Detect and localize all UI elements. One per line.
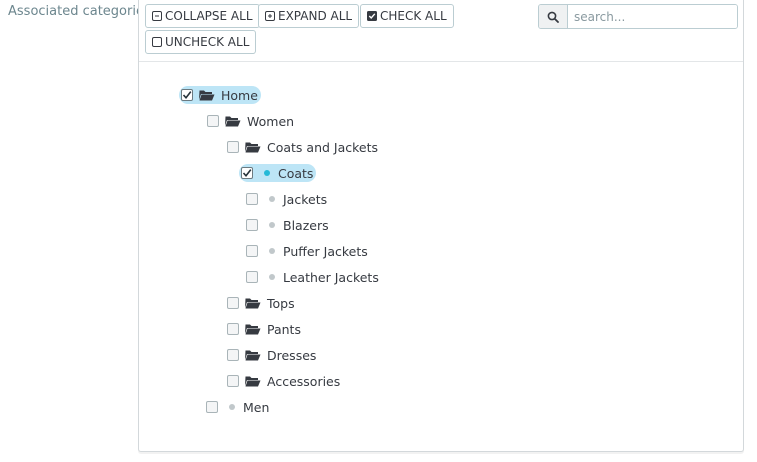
tree-node-label: Pants	[267, 321, 301, 337]
checkbox-coats[interactable]	[241, 167, 253, 179]
checkbox-men[interactable]	[206, 401, 218, 413]
folder-open-icon	[245, 349, 261, 361]
folder-open-icon	[225, 115, 241, 127]
tree-node-home[interactable]: Home	[179, 84, 261, 106]
leaf-dot-icon	[269, 248, 275, 254]
empty-square-icon	[152, 37, 162, 47]
expand-all-button[interactable]: EXPAND ALL	[258, 4, 360, 28]
toolbar-divider	[139, 61, 743, 62]
collapse-all-button[interactable]: COLLAPSE ALL	[145, 4, 260, 28]
leaf-dot-icon	[269, 222, 275, 228]
checkbox-blazers[interactable]	[246, 219, 258, 231]
tree-node-label: Leather Jackets	[283, 269, 379, 285]
plus-square-icon	[265, 11, 275, 21]
leaf-dot-icon	[269, 196, 275, 202]
tree-node-tops[interactable]: Tops	[225, 292, 298, 314]
tree-node-accessories[interactable]: Accessories	[225, 370, 343, 392]
checkbox-tops[interactable]	[227, 297, 239, 309]
tree-node-pants[interactable]: Pants	[225, 318, 304, 340]
tree-node-label: Home	[221, 87, 258, 103]
check-all-label: CHECK ALL	[380, 9, 447, 23]
folder-open-icon	[245, 323, 261, 335]
checkbox-accessories[interactable]	[227, 375, 239, 387]
checkbox-women[interactable]	[207, 115, 219, 127]
tree-node-jackets[interactable]: Jackets	[244, 188, 330, 210]
checkbox-home[interactable]	[181, 89, 193, 101]
field-label: Associated categories	[8, 4, 151, 19]
search-box	[538, 4, 738, 29]
leaf-dot-icon	[264, 170, 270, 176]
minus-square-icon	[152, 11, 162, 21]
checkbox-jackets[interactable]	[246, 193, 258, 205]
tree-node-men[interactable]: Men	[204, 396, 272, 418]
tree-node-label: Blazers	[283, 217, 329, 233]
check-square-icon	[367, 11, 377, 21]
tree-node-label: Accessories	[267, 373, 341, 389]
collapse-all-label: COLLAPSE ALL	[165, 9, 253, 23]
leaf-dot-icon	[269, 274, 275, 280]
tree-node-coats[interactable]: Coats	[239, 162, 317, 184]
uncheck-all-button[interactable]: UNCHECK ALL	[145, 30, 257, 54]
folder-open-icon	[245, 141, 261, 153]
category-tree-panel: COLLAPSE ALL EXPAND ALL CHECK ALL UNCHEC…	[138, 0, 744, 452]
tree-node-puffer-jackets[interactable]: Puffer Jackets	[244, 240, 371, 262]
uncheck-all-label: UNCHECK ALL	[165, 35, 250, 49]
checkbox-pants[interactable]	[227, 323, 239, 335]
checkbox-coats-and-jackets[interactable]	[227, 141, 239, 153]
checkbox-leather-jackets[interactable]	[246, 271, 258, 283]
tree-node-coats-and-jackets[interactable]: Coats and Jackets	[225, 136, 381, 158]
checkbox-puffer-jackets[interactable]	[246, 245, 258, 257]
tree-node-label: Tops	[267, 295, 295, 311]
tree-node-label: Coats	[278, 165, 314, 181]
search-input[interactable]	[568, 5, 737, 28]
tree-node-label: Women	[247, 113, 295, 129]
search-icon[interactable]	[539, 5, 568, 28]
tree-node-label: Jackets	[283, 191, 328, 207]
folder-open-icon	[245, 297, 261, 309]
check-all-button[interactable]: CHECK ALL	[360, 4, 454, 28]
tree-node-label: Coats and Jackets	[267, 139, 379, 155]
tree-node-label: Men	[243, 399, 270, 415]
tree-node-women[interactable]: Women	[205, 110, 297, 132]
tree-node-label: Dresses	[267, 347, 317, 363]
folder-open-icon	[199, 89, 215, 101]
folder-open-icon	[245, 375, 261, 387]
tree-node-blazers[interactable]: Blazers	[244, 214, 332, 236]
leaf-dot-icon	[229, 404, 235, 410]
tree-node-label: Puffer Jackets	[283, 243, 368, 259]
tree-node-dresses[interactable]: Dresses	[225, 344, 319, 366]
tree-node-leather-jackets[interactable]: Leather Jackets	[244, 266, 382, 288]
checkbox-dresses[interactable]	[227, 349, 239, 361]
expand-all-label: EXPAND ALL	[278, 9, 353, 23]
